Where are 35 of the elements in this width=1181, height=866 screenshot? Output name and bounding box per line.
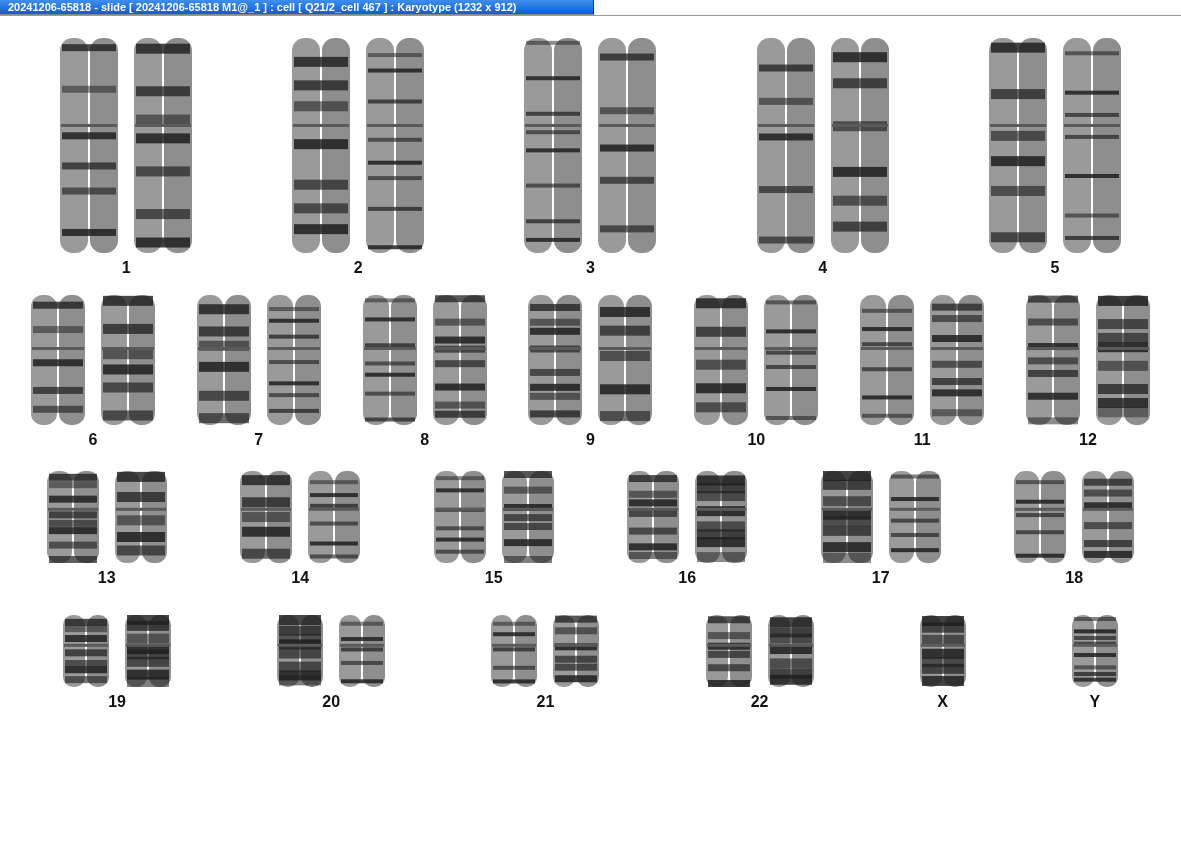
chromosome-number: 16 bbox=[678, 569, 697, 587]
chromosome-number: 21 bbox=[536, 693, 555, 711]
chromosome-number: 12 bbox=[1079, 431, 1097, 449]
chromosome-number: 4 bbox=[818, 259, 828, 277]
chromosome-number: Y bbox=[1089, 693, 1101, 711]
chromosome-number: 10 bbox=[747, 431, 766, 449]
chromosome-drawing bbox=[551, 615, 602, 687]
chromosome-drawing bbox=[337, 615, 388, 687]
chromosome-number: 5 bbox=[1050, 259, 1060, 277]
chromosome-number: 6 bbox=[88, 431, 98, 449]
chromosome-number: 22 bbox=[750, 693, 769, 711]
chromosome-number: 14 bbox=[291, 569, 310, 587]
chromosome-drawing bbox=[917, 615, 968, 687]
chromosome-number: 9 bbox=[586, 431, 595, 449]
chromosome-number: 7 bbox=[254, 431, 264, 449]
chromosome-number: X bbox=[937, 693, 949, 711]
chromosome-number: 3 bbox=[586, 259, 595, 277]
chromosome-number: 8 bbox=[420, 431, 430, 449]
chromosome-number: 18 bbox=[1065, 569, 1084, 587]
chromosome-drawing bbox=[275, 615, 326, 687]
chromosome-number: 20 bbox=[322, 693, 341, 711]
chromosome-drawing bbox=[765, 615, 816, 687]
chromosome-number: 17 bbox=[871, 569, 890, 587]
chromosome-number: 11 bbox=[913, 431, 931, 449]
chromosome-number: 13 bbox=[97, 569, 116, 587]
chromosome-number: 15 bbox=[484, 569, 503, 587]
chromosome-drawing bbox=[489, 615, 540, 687]
chromosome-drawing bbox=[61, 615, 112, 687]
chromosome-drawing bbox=[123, 615, 174, 687]
window-title: 20241206-65818 - slide [ 20241206-65818 M1@_1 ] : cell [ Q21/2_cell 467 ] : Karyotype (1232 x 912) bbox=[8, 1, 517, 13]
chromosome-number: 2 bbox=[353, 259, 363, 277]
chromosome-number: 1 bbox=[121, 259, 131, 277]
chromosome-drawing bbox=[703, 615, 754, 687]
chromosome-number: 19 bbox=[108, 693, 126, 711]
chromosome-drawing bbox=[1069, 615, 1120, 687]
